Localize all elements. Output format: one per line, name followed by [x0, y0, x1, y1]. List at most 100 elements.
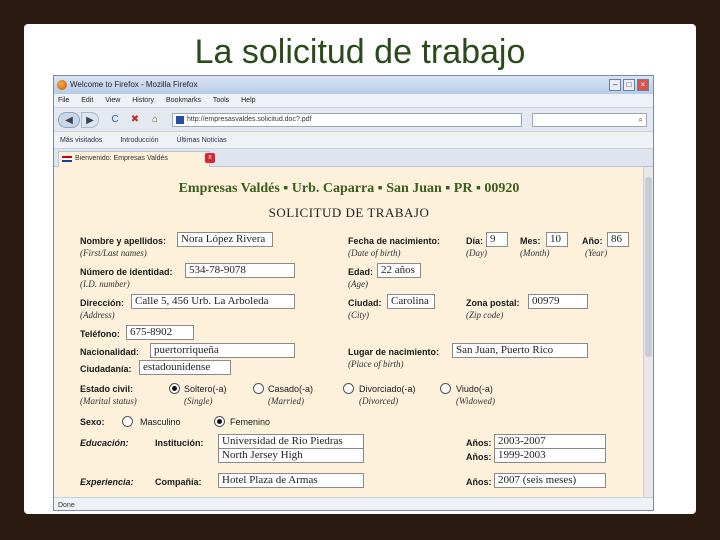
tab-empresas-valdes[interactable]: Bienvenido: Empresas Valdés x: [58, 151, 215, 167]
marital-label: Estado civil:: [80, 384, 134, 394]
name-label: Nombre y apellidos:: [80, 236, 167, 246]
experience-label: Experiencia:: [80, 477, 134, 487]
menu-bookmarks[interactable]: Bookmarks: [166, 97, 201, 104]
year-input[interactable]: 86: [607, 232, 629, 247]
divorced-label: Divorciado(-a): [359, 384, 416, 394]
bookmark-most-visited[interactable]: Más visitados: [60, 137, 102, 144]
slide-title: La solicitud de trabajo: [194, 33, 526, 71]
address-input[interactable]: Calle 5, 456 Urb. La Arboleda: [131, 294, 295, 309]
dob-label: Fecha de nacimiento:: [348, 236, 441, 246]
institution-label: Institución:: [155, 438, 204, 448]
forward-button[interactable]: ▶: [81, 112, 99, 128]
bookmark-getting-started[interactable]: Introducción: [120, 137, 158, 144]
browser-window: Welcome to Firefox - Mozilla Firefox – □…: [53, 75, 654, 511]
close-tab-icon[interactable]: x: [205, 153, 215, 163]
divorced-sublabel: (Divorced): [359, 396, 399, 406]
city-label: Ciudad:: [348, 298, 382, 308]
puerto-rico-flag-icon: [62, 156, 72, 162]
nationality-input[interactable]: puertorriqueña: [150, 343, 295, 358]
search-input[interactable]: ⌕: [532, 113, 647, 127]
single-sublabel: (Single): [184, 396, 213, 406]
company-header: Empresas Valdés ▪ Urb. Caparra ▪ San Jua…: [178, 181, 520, 196]
widowed-sublabel: (Widowed): [456, 396, 495, 406]
page-content: Empresas Valdés ▪ Urb. Caparra ▪ San Jua…: [54, 167, 644, 497]
radio-widowed[interactable]: [440, 383, 451, 394]
radio-divorced[interactable]: [343, 383, 354, 394]
maximize-button[interactable]: □: [623, 79, 635, 91]
id-input[interactable]: 534-78-9078: [185, 263, 295, 278]
status-bar: Done: [54, 497, 653, 510]
institution-input-1[interactable]: Universidad de Río Piedras: [218, 434, 364, 449]
url-bar[interactable]: http://empresasvaldes.solicitud.doc?.pdf: [172, 113, 522, 127]
menu-view[interactable]: View: [105, 97, 120, 104]
firefox-logo-icon: [57, 80, 67, 90]
city-input[interactable]: Carolina: [387, 294, 435, 309]
experience-years-label: Años:: [466, 477, 492, 487]
zip-sublabel: (Zip code): [466, 310, 504, 320]
search-icon: ⌕: [638, 115, 643, 124]
id-sublabel: (I.D. number): [80, 279, 130, 289]
age-label: Edad:: [348, 267, 374, 277]
married-label: Casado(-a): [268, 384, 314, 394]
reload-icon[interactable]: C: [108, 112, 122, 128]
stop-icon[interactable]: ✖: [128, 112, 142, 128]
menu-history[interactable]: History: [132, 97, 154, 104]
address-label: Dirección:: [80, 298, 125, 308]
close-window-button[interactable]: ×: [637, 79, 649, 91]
month-label: Mes:: [520, 236, 541, 246]
male-label: Masculino: [140, 417, 181, 427]
home-icon[interactable]: ⌂: [148, 112, 162, 128]
zip-label: Zona postal:: [466, 298, 520, 308]
years-input-1[interactable]: 2003-2007: [494, 434, 606, 449]
phone-input[interactable]: 675-8902: [126, 325, 194, 340]
name-input[interactable]: Nora López Rivera: [177, 232, 273, 247]
tab-label: Bienvenido: Empresas Valdés: [75, 155, 168, 162]
menu-edit[interactable]: Edit: [81, 97, 93, 104]
institution-input-2[interactable]: North Jersey High: [218, 448, 364, 463]
menu-file[interactable]: File: [58, 97, 69, 104]
age-input[interactable]: 22 años: [377, 263, 421, 278]
citizenship-label: Ciudadanía:: [80, 364, 132, 374]
marital-sublabel: (Marital status): [80, 396, 137, 406]
year-label: Año:: [582, 236, 603, 246]
year-sublabel: (Year): [585, 248, 608, 258]
zip-input[interactable]: 00979: [528, 294, 588, 309]
age-sublabel: (Age): [348, 279, 368, 289]
menu-help[interactable]: Help: [241, 97, 255, 104]
scrollbar-thumb[interactable]: [645, 177, 652, 357]
bookmark-latest-headlines[interactable]: Últimas Noticias: [176, 137, 226, 144]
form-title: SOLICITUD DE TRABAJO: [268, 205, 430, 220]
minimize-button[interactable]: –: [609, 79, 621, 91]
menu-tools[interactable]: Tools: [213, 97, 229, 104]
window-titlebar: Welcome to Firefox - Mozilla Firefox – □…: [54, 76, 653, 94]
month-input[interactable]: 10: [546, 232, 568, 247]
site-favicon-icon: [176, 116, 184, 124]
single-label: Soltero(-a): [184, 384, 227, 394]
radio-male[interactable]: [122, 416, 133, 427]
day-label: Día:: [466, 236, 484, 246]
female-label: Femenino: [230, 417, 271, 427]
vertical-scrollbar[interactable]: [643, 167, 653, 497]
phone-label: Teléfono:: [80, 329, 120, 339]
education-label: Educación:: [80, 438, 129, 448]
tab-bar: Bienvenido: Empresas Valdés x: [54, 149, 653, 167]
years-input-2[interactable]: 1999-2003: [494, 448, 606, 463]
day-sublabel: (Day): [466, 248, 487, 258]
company-input[interactable]: Hotel Plaza de Armas: [218, 473, 364, 488]
birthplace-input[interactable]: San Juan, Puerto Rico: [452, 343, 588, 358]
company-label: Compañía:: [155, 477, 202, 487]
birthplace-label: Lugar de nacimiento:: [348, 347, 440, 357]
id-label: Número de identidad:: [80, 267, 173, 277]
years-label-1: Años:: [466, 438, 492, 448]
radio-single[interactable]: [169, 383, 180, 394]
experience-years-input[interactable]: 2007 (seis meses): [494, 473, 606, 488]
name-sublabel: (First/Last names): [80, 248, 147, 258]
radio-female[interactable]: [214, 416, 225, 427]
address-sublabel: (Address): [80, 310, 115, 320]
day-input[interactable]: 9: [486, 232, 508, 247]
back-button[interactable]: ◀: [58, 112, 80, 128]
citizenship-input[interactable]: estadounidense: [139, 360, 231, 375]
bookmarks-toolbar: Más visitados Introducción Últimas Notic…: [54, 133, 653, 149]
window-title: Welcome to Firefox - Mozilla Firefox: [70, 80, 198, 89]
radio-married[interactable]: [253, 383, 264, 394]
